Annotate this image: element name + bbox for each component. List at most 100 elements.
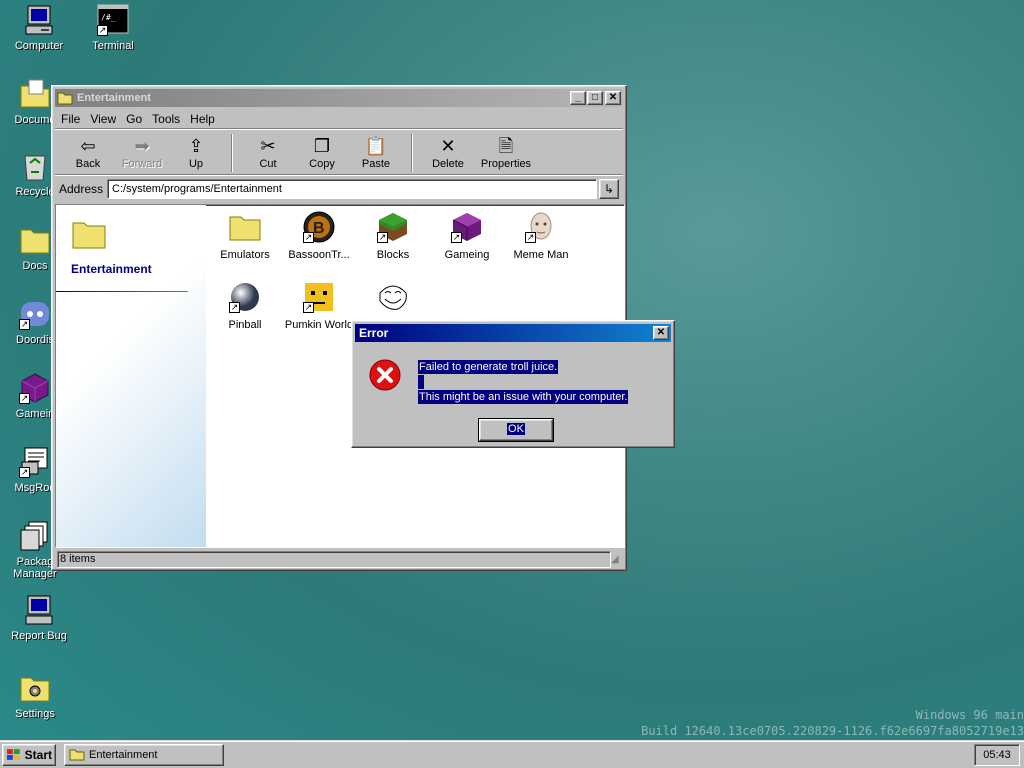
dialog-close-button[interactable]: ✕ <box>653 326 669 340</box>
error-icon <box>369 359 401 391</box>
status-bar: 8 items ◢ <box>55 550 625 569</box>
purple-cube-icon: ↗ <box>451 211 483 243</box>
system-tray-clock[interactable]: 05:43 <box>974 744 1020 766</box>
forward-button[interactable]: ➡ Forward <box>115 136 169 170</box>
desktop-icon-label: Report Bug <box>11 630 67 642</box>
cube-icon: ↗ <box>19 372 51 404</box>
desktop-icon-report-bug[interactable]: Report Bug <box>2 594 76 642</box>
svg-text:/#_: /#_ <box>101 13 116 22</box>
menu-view[interactable]: View <box>90 112 116 126</box>
shortcut-arrow-icon: ↗ <box>525 232 536 243</box>
toolbar-separator <box>231 133 233 172</box>
paste-button[interactable]: 📋 Paste <box>349 136 403 170</box>
error-message-line-2: This might be an issue with your compute… <box>418 390 629 404</box>
copy-button[interactable]: ❐ Copy <box>295 136 349 170</box>
windows-logo-icon <box>6 748 20 760</box>
side-panel: Entertainment <box>56 205 206 547</box>
cut-button[interactable]: ✂ Cut <box>241 136 295 170</box>
resize-grip-icon[interactable]: ◢ <box>611 553 625 567</box>
explorer-titlebar[interactable]: Entertainment _ □ ✕ <box>55 89 623 107</box>
file-item-emulators[interactable]: Emulators <box>210 211 280 261</box>
desktop-icon-terminal[interactable]: /#_ ↗ Terminal <box>76 4 150 52</box>
close-button[interactable]: ✕ <box>605 91 621 105</box>
menu-go[interactable]: Go <box>126 112 142 126</box>
message-room-icon: ↗ <box>19 446 51 478</box>
file-label: Meme Man <box>513 249 569 261</box>
file-item-gameing[interactable]: ↗ Gameing <box>432 211 502 261</box>
folder-icon <box>69 749 85 761</box>
package-manager-icon <box>19 520 51 552</box>
menu-file[interactable]: File <box>61 112 80 126</box>
file-label: Gameing <box>444 249 490 261</box>
discord-icon: ↗ <box>19 298 51 330</box>
file-item-pumkin-world[interactable]: ↗ Pumkin World <box>284 281 354 331</box>
shortcut-arrow-icon: ↗ <box>19 319 30 330</box>
menu-bar: File View Go Tools Help <box>55 109 623 129</box>
dialog-title: Error <box>359 326 389 340</box>
file-item-pinball[interactable]: ↗ Pinball <box>210 281 280 331</box>
properties-button[interactable]: 🗎 Properties <box>475 136 537 170</box>
file-item-bassoontracker[interactable]: B ↗ BassoonTr... <box>284 211 354 261</box>
up-folder-icon: ⇪ <box>188 135 204 156</box>
file-item-blocks[interactable]: ↗ Blocks <box>358 211 428 261</box>
start-button[interactable]: Start <box>2 743 56 766</box>
paste-label: Paste <box>361 157 391 170</box>
start-label: Start <box>24 747 52 762</box>
documents-folder-icon <box>19 78 51 110</box>
dialog-body: Failed to generate troll juice. This mig… <box>355 342 671 444</box>
menu-tools[interactable]: Tools <box>152 112 180 126</box>
desktop-icon-label: Terminal <box>92 40 134 52</box>
file-label: Emulators <box>220 249 270 261</box>
ok-label: OK <box>507 423 525 435</box>
forward-arrow-icon: ➡ <box>134 135 150 156</box>
shortcut-arrow-icon: ↗ <box>19 393 30 404</box>
settings-icon <box>19 672 51 704</box>
up-label: Up <box>188 157 204 170</box>
file-label: BassoonTr... <box>288 249 350 261</box>
file-label: Blocks <box>376 249 410 261</box>
desktop-icon-label: Settings <box>15 708 55 720</box>
status-item-count: 8 items <box>57 551 611 568</box>
selection-gap <box>418 375 424 389</box>
close-icon: ✕ <box>656 327 666 338</box>
ok-button[interactable]: OK <box>478 418 554 442</box>
back-button[interactable]: ⇦ Back <box>61 136 115 170</box>
svg-text:B: B <box>313 220 325 237</box>
shortcut-arrow-icon: ↗ <box>451 232 462 243</box>
properties-icon: 🗎 <box>498 135 514 156</box>
error-dialog[interactable]: Error ✕ Failed to generate troll juice. … <box>351 320 675 448</box>
maximize-button[interactable]: □ <box>587 91 603 105</box>
folder-icon <box>72 222 106 249</box>
pumkin-world-icon: ↗ <box>303 281 335 313</box>
window-title: Entertainment <box>77 92 151 104</box>
minimize-button[interactable]: _ <box>570 91 586 105</box>
folder-icon <box>229 211 261 243</box>
menu-help[interactable]: Help <box>190 112 215 126</box>
bassoon-tracker-icon: B ↗ <box>303 211 335 243</box>
address-go-button[interactable]: ↳ <box>599 179 619 199</box>
taskbar-item-label: Entertainment <box>89 748 158 761</box>
taskbar-item-entertainment[interactable]: Entertainment <box>64 743 224 766</box>
copy-icon: ❐ <box>313 135 331 156</box>
dialog-titlebar[interactable]: Error ✕ <box>355 324 671 342</box>
meme-man-icon: ↗ <box>525 211 557 243</box>
up-button[interactable]: ⇪ Up <box>169 136 223 170</box>
trollface-icon <box>377 281 409 313</box>
desktop-icon-computer[interactable]: Computer <box>2 4 76 52</box>
build-watermark-line-2: Build 12640.13ce0705.220829-1126.f62e669… <box>641 724 1024 738</box>
close-icon: ✕ <box>608 92 618 103</box>
address-bar: Address C:/system/programs/Entertainment… <box>55 177 623 201</box>
toolbar-separator <box>411 133 413 172</box>
properties-label: Properties <box>480 157 532 170</box>
address-input[interactable]: C:/system/programs/Entertainment <box>107 179 597 199</box>
file-item-meme-man[interactable]: ↗ Meme Man <box>506 211 576 261</box>
pinball-icon: ↗ <box>229 281 261 313</box>
back-label: Back <box>75 157 101 170</box>
file-item-trollface[interactable] <box>358 281 428 319</box>
desktop-icon-settings[interactable]: Settings <box>0 672 72 720</box>
delete-x-icon: ✕ <box>440 135 456 156</box>
shortcut-arrow-icon: ↗ <box>229 302 240 313</box>
delete-button[interactable]: ✕ Delete <box>421 136 475 170</box>
folder-icon <box>57 92 73 105</box>
minimize-icon: _ <box>575 92 581 103</box>
